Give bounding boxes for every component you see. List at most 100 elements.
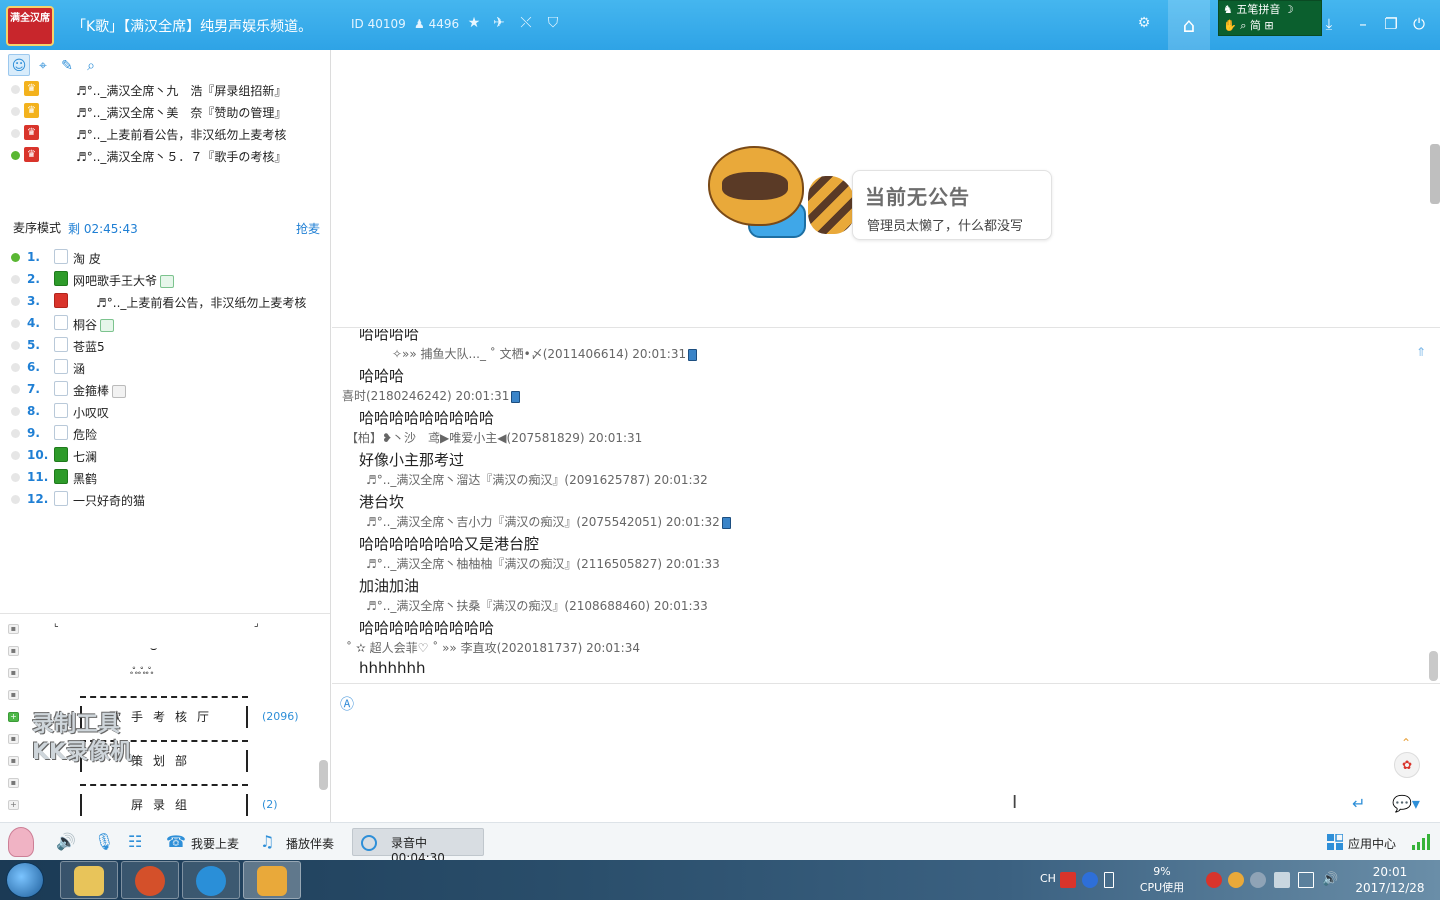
ime-tray-icon[interactable]	[1060, 872, 1076, 888]
equalizer-icon[interactable]: ☷	[128, 832, 142, 851]
queue-row[interactable]: 3. ♬°.._上麦前看公告，非汉纸勿上麦考核	[0, 290, 330, 312]
chat-scrollbar[interactable]	[1429, 651, 1438, 681]
expand-up-icon[interactable]: ⌃	[1401, 736, 1411, 750]
room-tree-scrollbar[interactable]	[319, 760, 328, 790]
queue-row[interactable]: 1. 淘 皮	[0, 246, 330, 268]
queue-row[interactable]: 11. 黑鹤	[0, 466, 330, 488]
location-tab-icon[interactable]: ⌖	[32, 55, 54, 77]
language-indicator[interactable]: CH	[1040, 872, 1056, 885]
shield-icon[interactable]: ⛉	[544, 14, 562, 32]
announcement-card: 当前无公告 管理员太懒了，什么都没写	[852, 170, 1052, 240]
message-input-area[interactable]: Ⓐ ⌃ ✿ I ↵ 💬▾	[332, 683, 1440, 822]
apps-grid-icon[interactable]	[1327, 834, 1343, 850]
tree-row[interactable]: ▪	[0, 684, 330, 706]
chat-bubble-dropdown-icon[interactable]: 💬▾	[1392, 794, 1420, 813]
manager-row[interactable]: ♛ ♬°.._满汉全席丶九 浩『屏录组招新』	[0, 78, 330, 100]
queue-number: 8.	[27, 404, 40, 418]
app-center-button[interactable]: 应用中心	[1348, 835, 1396, 852]
share-icon[interactable]: ⤬	[517, 14, 535, 32]
clock-time: 20:01	[1372, 865, 1408, 879]
volume-tray-icon[interactable]: 🔊	[1322, 872, 1338, 888]
room-row-planning[interactable]: ▪ 策划部	[0, 750, 330, 772]
queue-row[interactable]: 2. 网吧歌手王大爷	[0, 268, 330, 290]
expand-plus-icon[interactable]: +	[8, 800, 19, 810]
scroll-to-top-icon[interactable]: ⇑	[1416, 345, 1426, 359]
help-icon[interactable]	[1082, 872, 1098, 888]
queue-row[interactable]: 7. 金箍棒	[0, 378, 330, 400]
mic-request-icon[interactable]: ☎	[166, 832, 186, 851]
tree-row[interactable]: ▪	[0, 772, 330, 794]
plane-icon[interactable]: ✈	[490, 14, 508, 32]
manager-row[interactable]: ♛ ♬°.._满汉全席丶美 奈『赞助の管理』	[0, 100, 330, 122]
status-dot-online	[11, 151, 20, 160]
grab-mic-link[interactable]: 抢麦	[296, 220, 320, 237]
request-mic-button[interactable]: 我要上麦	[191, 835, 239, 852]
maximize-button[interactable]: ❐	[1382, 14, 1400, 34]
flower-gift-icon[interactable]: ✿	[1394, 752, 1420, 778]
network-signal-icon	[1412, 834, 1430, 850]
ime-toolbar[interactable]: ♞ 五笔拼音 ☽ ✋ ⌕ 简 ⊞	[1218, 0, 1322, 36]
tree-row[interactable]: ▪ ஃஃஃ	[0, 662, 330, 684]
queue-row[interactable]: 6. 涵	[0, 356, 330, 378]
queue-row[interactable]: 12. 一只好奇的猫	[0, 488, 330, 510]
record-tray-icon[interactable]	[1206, 872, 1222, 888]
taskbar-explorer[interactable]	[60, 861, 118, 899]
expand-plus-icon[interactable]: +	[8, 712, 19, 722]
edit-tab-icon[interactable]: ✎	[56, 55, 78, 77]
status-dot	[11, 495, 20, 504]
start-button-windows-icon[interactable]	[6, 862, 44, 898]
manager-row[interactable]: ♛ ♬°.._满汉全席丶５．７『歌手の考核』	[0, 144, 330, 166]
search-icon[interactable]: ⌕	[1240, 19, 1246, 32]
queue-row[interactable]: 5. 苍蓝5	[0, 334, 330, 356]
font-style-icon[interactable]: Ⓐ	[340, 694, 360, 714]
search-tab-icon[interactable]: ⌕	[80, 55, 102, 77]
minimize-button[interactable]: –	[1354, 14, 1372, 34]
flag-tray-icon[interactable]	[1274, 872, 1290, 888]
manager-row[interactable]: ♛ ♬°.._上麦前看公告，非汉纸勿上麦考核	[0, 122, 330, 144]
right-edge-scrollbar[interactable]	[1430, 144, 1440, 204]
chat-meta-text: 喜时(2180246242) 20:01:31	[342, 389, 510, 403]
tree-row[interactable]: ▪	[0, 728, 330, 750]
hand-icon[interactable]: ✋	[1223, 19, 1237, 32]
user-list-tab-icon[interactable]: ☺	[8, 54, 30, 76]
microphone-icon[interactable]: 🎙	[94, 832, 114, 851]
clock[interactable]: 20:01 2017/12/28	[1352, 864, 1428, 896]
play-accompaniment-button[interactable]: 播放伴奏	[286, 835, 334, 852]
tray-settings-icon[interactable]	[1104, 872, 1114, 888]
room-row-recording[interactable]: + 屏录组 (2)	[0, 794, 330, 816]
download-icon[interactable]: ⤓	[1320, 14, 1338, 34]
queue-row[interactable]: 9. 危险	[0, 422, 330, 444]
home-button[interactable]: ⌂	[1168, 0, 1210, 50]
music-note-icon[interactable]: ♫	[260, 832, 274, 851]
taskbar-app-masked[interactable]	[121, 861, 179, 899]
speaker-volume-icon[interactable]: 🔊	[56, 832, 76, 851]
queue-user-name-text: 网吧歌手王大爷	[73, 274, 158, 288]
chat-message-text: 好像小主那考过	[359, 451, 465, 469]
ime-mode[interactable]: 简	[1250, 19, 1261, 32]
cpu-label: CPU使用	[1139, 881, 1185, 894]
taskbar-sogou[interactable]	[182, 861, 240, 899]
raccoon-tray-icon[interactable]	[1228, 872, 1244, 888]
vest-red-icon: ♛	[24, 147, 39, 162]
ime-extra[interactable]: ⊞	[1264, 19, 1273, 32]
tree-row[interactable]: ▪ ⌣	[0, 640, 330, 662]
queue-user-name-text: 涵	[73, 362, 86, 376]
queue-row[interactable]: 10. 七澜	[0, 444, 330, 466]
room-row-singer-test[interactable]: + 歌手考核厅 (2096)	[0, 706, 330, 728]
tree-row[interactable]: ▪ ⌞ ⌟	[0, 618, 330, 640]
chat-messages: 哈哈哈哈 ✧»» 捕鱼大队..._ ˚ 文栖•〆(2011406614) 20:…	[332, 329, 1440, 682]
people-tray-icon[interactable]	[1250, 872, 1266, 888]
network-tray-icon[interactable]	[1298, 872, 1314, 888]
manager-name: ♬°.._满汉全席丶美 奈『赞助の管理』	[76, 106, 287, 120]
power-close-button[interactable]: ⏻	[1410, 14, 1428, 34]
favorite-star-icon[interactable]: ★	[465, 14, 483, 32]
queue-row[interactable]: 8. 小叹叹	[0, 400, 330, 422]
user-avatar[interactable]	[8, 827, 34, 857]
settings-gear-icon[interactable]: ⚙	[1135, 14, 1153, 32]
queue-mode-label[interactable]: 麦序模式	[13, 219, 61, 236]
user-count-icon: ♟	[414, 17, 425, 31]
send-enter-icon[interactable]: ↵	[1352, 794, 1365, 813]
recording-status[interactable]: 录音中 00:04:30	[352, 828, 484, 865]
queue-row[interactable]: 4. 桐谷	[0, 312, 330, 334]
taskbar-kk-voice[interactable]	[243, 861, 301, 899]
